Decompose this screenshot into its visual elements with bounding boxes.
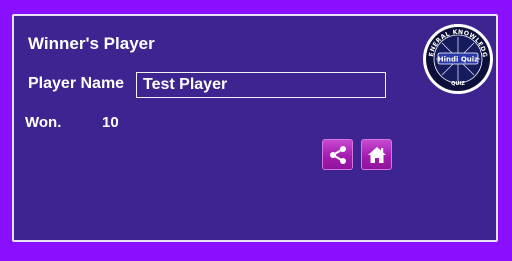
player-name-field[interactable]: Test Player [136,72,386,98]
share-icon [329,145,346,164]
won-value: 10 [102,114,119,131]
winner-panel: Winner's Player Player Name Test Player … [12,14,498,242]
home-button[interactable] [361,139,392,170]
share-button[interactable] [322,139,353,170]
home-icon [367,146,386,163]
svg-text:Hindi Quiz: Hindi Quiz [438,56,479,64]
quiz-logo: GENERAL KNOWLEDGE Hindi Quiz QUIZ [422,23,493,94]
svg-text:QUIZ: QUIZ [451,81,465,87]
panel-title: Winner's Player [28,34,155,53]
won-label: Won. [25,114,62,131]
player-name-label: Player Name [28,75,125,92]
